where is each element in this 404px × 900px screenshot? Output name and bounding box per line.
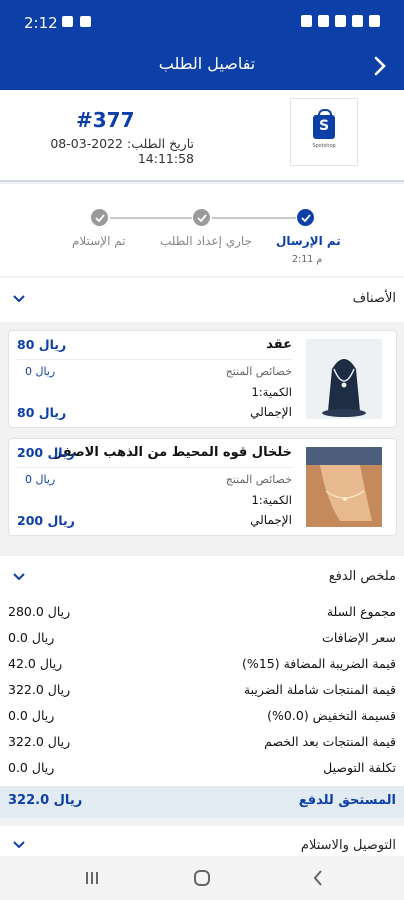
summary-value: 280.0 ريال [8,604,71,619]
payment-summary: مجموع السلة 280.0 ريال سعر الإضافات 0.0 … [0,600,404,786]
item-attributes-label: خصائص المنتج [225,365,292,378]
status-system-icons [301,15,380,27]
item-price: 80 ريال [17,337,67,352]
summary-value: 322.0 ريال [8,734,71,749]
order-header: S Spotshop #377 تاريخ الطلب: 2022-03-08 … [0,90,404,182]
item-total-value: 80 ريال [17,405,67,420]
summary-row: قيمة الضريبة المضافة (15%) 42.0 ريال [0,652,404,678]
recent-apps-button[interactable] [80,866,104,890]
summary-label: مجموع السلة [326,604,396,619]
summary-label: قسيمة التخفيض (0.0%) [267,708,396,723]
store-logo: S Spotshop [290,98,358,166]
divider [17,359,292,360]
payment-summary-title: ملخص الدفع [328,569,396,584]
image-notification-icon [62,16,73,27]
nav-back-button[interactable] [306,866,330,890]
summary-row: قيمة المنتجات شاملة الضريبة 322.0 ريال [0,678,404,704]
summary-value: 0.0 ريال [8,760,55,775]
summary-label: سعر الإضافات [322,630,396,645]
summary-row: سعر الإضافات 0.0 ريال [0,626,404,652]
battery-icon [369,15,380,27]
product-image-necklace [306,339,382,419]
order-number: #377 [76,108,135,132]
step-label-preparing: جاري إعداد الطلب [160,234,252,248]
items-section-header[interactable]: الأصناف [0,278,404,322]
order-item: عقد 80 ريال خصائص المنتج 0 ريال الكمية:1… [8,330,397,428]
chevron-right-icon [374,56,386,76]
order-item: خلخال قوه المحيط من الذهب الاصفر 200 ريا… [8,438,397,536]
summary-value: 322.0 ريال [8,682,71,697]
status-bar: 2:12 [0,0,404,44]
chevron-down-icon [13,573,25,581]
item-total-label: الإجمالي [250,405,292,419]
home-icon [194,870,210,886]
status-notification-icons [62,16,91,27]
app-notification-icon [80,16,91,27]
items-section-title: الأصناف [352,291,396,306]
step-check-icon [91,209,108,226]
chevron-down-icon [13,841,25,849]
step-time: 2:11 م [292,254,323,265]
item-attributes-value: 0 ريال [25,365,56,378]
signal-icon [335,15,346,27]
recents-icon [86,872,98,884]
system-navigation-bar [0,856,404,900]
amount-due-bar: المستحق للدفع 322.0 ريال [0,786,404,818]
store-logo-text: Spotshop [312,143,336,149]
alarm-icon [301,15,312,27]
summary-label: قيمة المنتجات شاملة الضريبة [243,682,396,697]
item-attributes-value: 0 ريال [25,473,56,486]
product-image-anklet [306,447,382,527]
summary-row: تكلفة التوصيل 0.0 ريال [0,756,404,782]
summary-row: مجموع السلة 280.0 ريال [0,600,404,626]
amount-due-value: 322.0 ريال [8,793,83,808]
summary-value: 0.0 ريال [8,630,55,645]
step-label-sent: تم الإرسال [276,234,341,248]
item-attributes-label: خصائص المنتج [225,473,292,486]
status-time: 2:12 [24,14,58,32]
summary-label: تكلفة التوصيل [323,760,396,775]
step-check-icon [193,209,210,226]
item-name: خلخال قوه المحيط من الذهب الاصفر [54,445,292,460]
summary-label: قيمة الضريبة المضافة (15%) [242,656,396,671]
item-total-value: 200 ريال [17,513,75,528]
summary-value: 42.0 ريال [8,656,63,671]
item-price: 200 ريال [17,445,75,460]
divider [17,467,292,468]
summary-label: قيمة المنتجات بعد الخصم [264,734,396,749]
item-quantity: الكمية:1 [251,385,292,399]
delivery-section-title: التوصيل والاستلام [300,838,396,853]
step-check-icon [297,209,314,226]
step-label-received: تم الإستلام [72,234,126,248]
home-button[interactable] [190,866,214,890]
amount-due-label: المستحق للدفع [298,793,396,808]
item-quantity: الكمية:1 [251,493,292,507]
item-total-label: الإجمالي [250,513,292,527]
summary-row: قسيمة التخفيض (0.0%) 0.0 ريال [0,704,404,730]
summary-row: قيمة المنتجات بعد الخصم 322.0 ريال [0,730,404,756]
order-date: تاريخ الطلب: 2022-03-08 14:11:58 [50,136,194,166]
app-bar: تفاصيل الطلب [0,44,404,90]
item-name: عقد [266,337,292,352]
back-arrow-icon [313,870,322,886]
payment-summary-header[interactable]: ملخص الدفع [0,556,404,600]
progress-line [212,217,296,219]
summary-value: 0.0 ريال [8,708,55,723]
page-title: تفاصيل الطلب [158,54,256,73]
signal-icon [352,15,363,27]
shopping-bag-icon: S [313,109,335,139]
back-button[interactable] [364,48,396,84]
wifi-icon [318,15,329,27]
progress-line [110,217,192,219]
delivery-section-header[interactable]: التوصيل والاستلام [0,826,404,856]
chevron-down-icon [13,295,25,303]
order-progress: تم الإرسال 2:11 م جاري إعداد الطلب تم ال… [0,184,404,276]
